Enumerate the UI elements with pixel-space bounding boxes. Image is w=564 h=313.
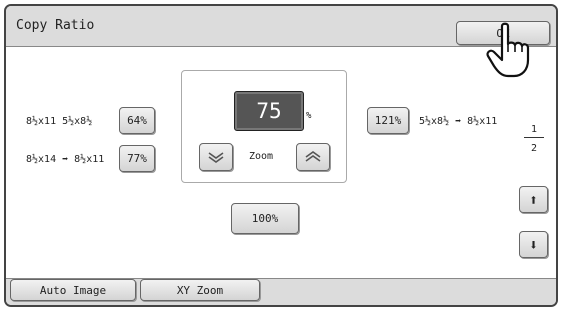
chevron-up-double-icon: [305, 151, 321, 162]
dialog-title: Copy Ratio: [16, 18, 95, 33]
zoom-unit: %: [306, 111, 312, 121]
zoom-value-display: 75: [234, 91, 304, 131]
page-down-button[interactable]: ⬇: [519, 231, 548, 258]
page-current: 1: [531, 124, 538, 135]
page-up-button[interactable]: ⬆: [519, 186, 548, 213]
chevron-down-double-icon: [208, 152, 224, 163]
preset-64-button[interactable]: 64%: [119, 107, 155, 134]
preset-121-button[interactable]: 121%: [367, 107, 409, 134]
zoom-decrease-button[interactable]: [199, 143, 233, 171]
preset-121-size-label: 5½x8½ ➡ 8½x11: [419, 116, 498, 127]
xy-zoom-button[interactable]: XY Zoom: [140, 279, 260, 301]
arrow-up-icon: ⬆: [528, 190, 539, 209]
auto-image-button[interactable]: Auto Image: [10, 279, 136, 301]
zoom-increase-button[interactable]: [296, 143, 330, 171]
page-total: 2: [531, 143, 538, 154]
zoom-label: Zoom: [249, 151, 274, 162]
page-divider: [524, 137, 544, 138]
footer-bar: Auto Image XY Zoom: [6, 278, 556, 305]
zoom-100-button[interactable]: 100%: [231, 203, 299, 234]
arrow-down-icon: ⬇: [528, 235, 539, 254]
preset-77-button[interactable]: 77%: [119, 145, 155, 172]
copy-ratio-dialog: Copy Ratio OK 8½x11 5½x8½ 64% 8½x14 ➡ 8½…: [4, 4, 558, 307]
preset-77-size-label: 8½x14 ➡ 8½x11: [26, 154, 105, 165]
preset-64-size-label: 8½x11 5½x8½: [26, 116, 93, 127]
title-bar: Copy Ratio OK: [6, 6, 556, 47]
pointer-hand-icon: [486, 22, 530, 78]
